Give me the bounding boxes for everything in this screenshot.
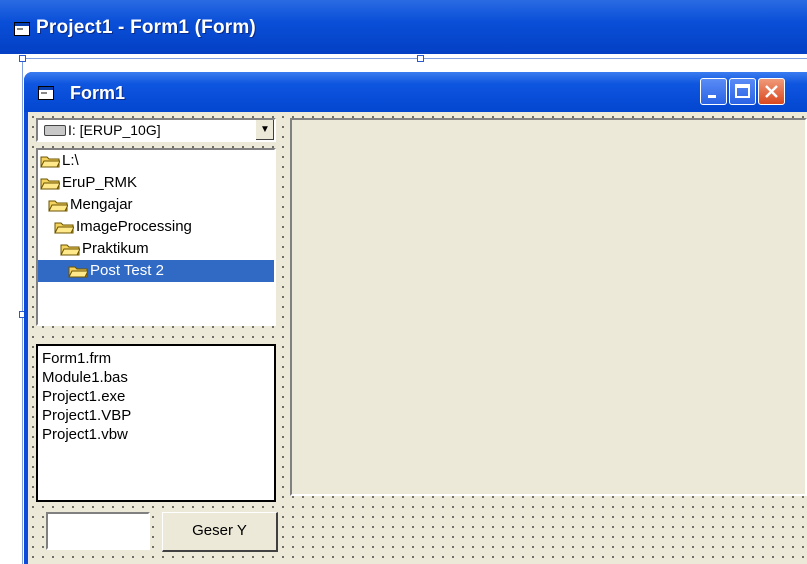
open-folder-icon <box>48 200 68 212</box>
form-title: Form1 <box>70 83 126 103</box>
file-listbox[interactable]: Form1.frm Module1.bas Project1.exe Proje… <box>36 344 276 502</box>
file-item[interactable]: Project1.VBP <box>42 406 274 425</box>
open-folder-icon <box>68 266 88 278</box>
file-item[interactable]: Project1.vbw <box>42 425 274 444</box>
dropdown-arrow-button[interactable]: ▼ <box>255 120 274 140</box>
tree-item[interactable]: ImageProcessing <box>54 216 192 238</box>
resize-handle-top[interactable] <box>417 55 424 62</box>
form-icon <box>14 22 30 36</box>
open-folder-icon <box>40 178 60 190</box>
form-titlebar[interactable]: Form1 <box>24 72 807 112</box>
maximize-button[interactable] <box>729 78 756 105</box>
open-folder-icon <box>60 244 80 256</box>
tree-item-label: L:\ <box>62 152 79 169</box>
picture-box[interactable] <box>290 118 807 496</box>
tree-item-label: Mengajar <box>70 196 133 213</box>
open-folder-icon <box>40 156 60 168</box>
form-design-surface[interactable]: I: [ERUP_10G] ▼ L:\ EruP_RMK Mengajar Im… <box>28 112 807 564</box>
tree-item-label: EruP_RMK <box>62 174 138 191</box>
form-icon <box>38 86 54 100</box>
tree-item-label: ImageProcessing <box>76 218 192 235</box>
tree-item[interactable]: Praktikum <box>60 238 149 260</box>
drive-listbox[interactable]: I: [ERUP_10G] ▼ <box>36 118 276 142</box>
maximize-icon <box>735 84 750 98</box>
dir-listbox[interactable]: L:\ EruP_RMK Mengajar ImageProcessing Pr… <box>36 148 276 326</box>
drive-value: I: [ERUP_10G] <box>68 122 161 138</box>
file-item[interactable]: Form1.frm <box>42 349 274 368</box>
drive-icon <box>44 125 66 136</box>
designer-titlebar[interactable]: Project1 - Form1 (Form) <box>0 0 807 54</box>
designer-title: Project1 - Form1 (Form) <box>36 17 256 38</box>
tree-item[interactable]: Mengajar <box>48 194 133 216</box>
file-item[interactable]: Project1.exe <box>42 387 274 406</box>
tree-item-selected[interactable]: Post Test 2 <box>38 260 274 282</box>
minimize-button[interactable] <box>700 78 727 105</box>
tree-item-label: Praktikum <box>82 240 149 257</box>
close-button[interactable] <box>758 78 785 105</box>
minimize-icon <box>708 95 716 98</box>
selection-line-top <box>22 58 807 59</box>
tree-item[interactable]: EruP_RMK <box>40 172 137 194</box>
text-input[interactable] <box>46 512 150 550</box>
resize-handle-top-left[interactable] <box>19 55 26 62</box>
file-item[interactable]: Module1.bas <box>42 368 274 387</box>
geser-y-button[interactable]: Geser Y <box>162 512 278 552</box>
close-icon <box>765 85 778 98</box>
tree-item-label: Post Test 2 <box>90 262 164 279</box>
form-window[interactable]: Form1 I: [ERUP_10G] ▼ L:\ EruP_RMK Menga… <box>24 72 807 564</box>
tree-item[interactable]: L:\ <box>40 150 79 172</box>
open-folder-icon <box>54 222 74 234</box>
